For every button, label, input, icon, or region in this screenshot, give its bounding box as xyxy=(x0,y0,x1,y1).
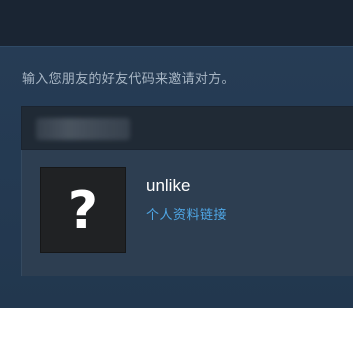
friend-code-instruction: 输入您朋友的好友代码来邀请对方。 xyxy=(22,72,235,87)
avatar[interactable]: ? xyxy=(40,167,126,253)
friend-username: unlike xyxy=(146,176,191,195)
top-background xyxy=(0,0,353,46)
bottom-background xyxy=(0,308,353,353)
redacted-code-mask xyxy=(36,118,130,140)
question-mark-icon: ? xyxy=(67,181,99,241)
profile-link[interactable]: 个人资料链接 xyxy=(146,204,227,223)
